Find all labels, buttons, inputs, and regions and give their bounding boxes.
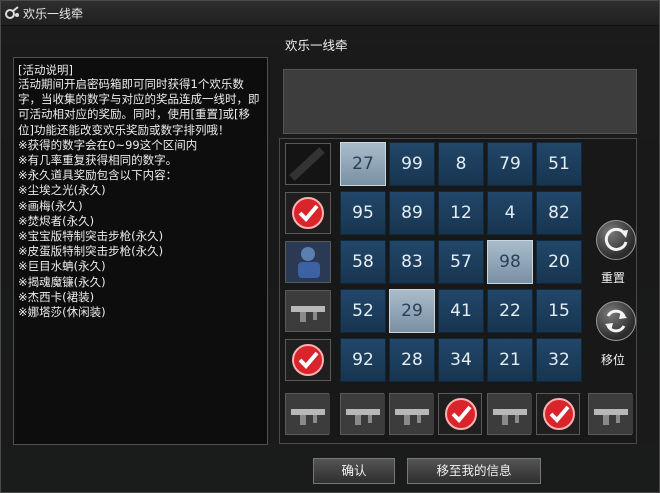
number-cell: 95 <box>340 191 386 235</box>
number-cell: 83 <box>389 240 435 284</box>
column-reward-slot[interactable] <box>536 393 580 435</box>
number-cell: 89 <box>389 191 435 235</box>
number-cell: 28 <box>389 338 435 382</box>
number-cell: 79 <box>487 142 533 186</box>
number-cell: 15 <box>536 289 582 333</box>
event-logo-icon <box>5 6 19 19</box>
checkmark-icon <box>445 398 477 430</box>
column-reward-slot[interactable] <box>285 393 330 435</box>
event-window: 欢乐一线牵 [活动说明] 活动期间开启密码箱即可同时获得1个欢乐数字，当收集的数… <box>0 0 660 493</box>
number-cell: 99 <box>389 142 435 186</box>
number-cell: 20 <box>536 240 582 284</box>
rifle-icon <box>341 394 385 434</box>
number-cell: 8 <box>438 142 484 186</box>
number-cell: 29 <box>389 289 435 333</box>
number-cell: 58 <box>340 240 386 284</box>
window-title: 欢乐一线牵 <box>23 7 84 21</box>
row-reward-slot[interactable] <box>285 143 331 185</box>
number-cell: 4 <box>487 191 533 235</box>
number-cell: 34 <box>438 338 484 382</box>
title-bar[interactable]: 欢乐一线牵 <box>1 1 659 26</box>
number-cell: 82 <box>536 191 582 235</box>
panel-title: 欢乐一线牵 <box>285 38 348 53</box>
row-reward-slot[interactable] <box>285 339 331 381</box>
number-cell: 12 <box>438 191 484 235</box>
rifle-icon <box>286 291 330 331</box>
shift-arrows-icon <box>605 309 627 333</box>
reset-button[interactable] <box>596 220 636 260</box>
shift-label: 移位 <box>601 353 626 367</box>
number-cell: 32 <box>536 338 582 382</box>
checkmark-icon <box>543 398 575 430</box>
rifle-icon <box>589 394 633 434</box>
row-reward-slot[interactable] <box>285 290 331 332</box>
number-cell: 57 <box>438 240 484 284</box>
move-to-my-info-button[interactable]: 移至我的信息 <box>407 458 541 484</box>
number-cell: 98 <box>487 240 533 284</box>
rifle-icon <box>390 394 434 434</box>
character-icon <box>286 242 330 282</box>
number-cell: 51 <box>536 142 582 186</box>
number-cell: 52 <box>340 289 386 333</box>
number-cell: 41 <box>438 289 484 333</box>
row-reward-slot[interactable] <box>285 192 331 234</box>
rifle-icon <box>488 394 532 434</box>
column-reward-slot[interactable] <box>340 393 385 435</box>
refresh-icon <box>604 227 628 251</box>
shift-button[interactable] <box>596 301 636 341</box>
info-body: 活动期间开启密码箱即可同时获得1个欢乐数字，当收集的数字与对应的奖品连成一线时，… <box>18 77 260 320</box>
checkmark-icon <box>292 344 324 376</box>
number-cell: 92 <box>340 338 386 382</box>
number-cell: 27 <box>340 142 386 186</box>
number-cell: 21 <box>487 338 533 382</box>
column-reward-slot[interactable] <box>389 393 434 435</box>
dark-item-icon <box>286 144 330 184</box>
confirm-button[interactable]: 确认 <box>313 458 395 484</box>
column-reward-slot[interactable] <box>487 393 532 435</box>
rifle-icon <box>286 394 330 434</box>
column-reward-slot[interactable] <box>438 393 482 435</box>
row-reward-slot[interactable] <box>285 241 331 283</box>
reset-label: 重置 <box>601 271 626 285</box>
event-info-panel[interactable]: [活动说明] 活动期间开启密码箱即可同时获得1个欢乐数字，当收集的数字与对应的奖… <box>13 57 268 445</box>
checkmark-icon <box>292 197 324 229</box>
result-message-box <box>283 69 637 134</box>
info-heading: [活动说明] <box>18 63 73 77</box>
column-reward-slot[interactable] <box>588 393 633 435</box>
number-cell: 22 <box>487 289 533 333</box>
